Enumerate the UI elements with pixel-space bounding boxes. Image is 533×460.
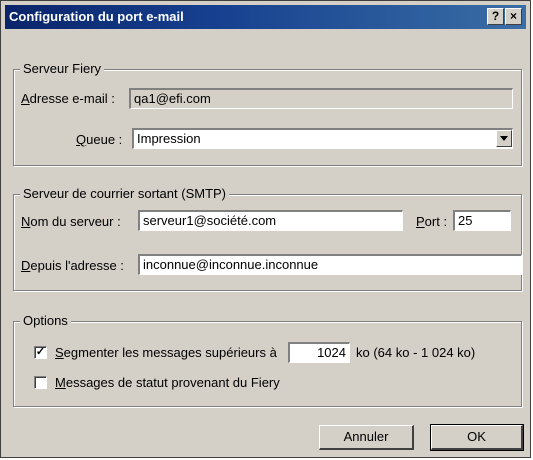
status-messages-label[interactable]: Messages de statut provenant du Fiery — [55, 375, 280, 390]
email-address-label: Adresse e-mail : — [21, 91, 115, 106]
status-messages-checkbox[interactable] — [34, 376, 47, 389]
cancel-button[interactable]: Annuler — [319, 425, 414, 450]
smtp-server-group: Serveur de courrier sortant (SMTP) — [13, 186, 522, 291]
options-group-legend: Options — [20, 313, 71, 328]
segment-messages-checkbox[interactable]: ✓ — [34, 346, 47, 359]
segment-messages-label[interactable]: Segmenter les messages supérieurs à — [55, 345, 277, 360]
port-label: Port : — [416, 214, 448, 229]
fiery-group-legend: Serveur Fiery — [20, 61, 105, 76]
from-address-label: Depuis l'adresse : — [21, 258, 124, 273]
server-name-label: Nom du serveur : — [21, 214, 121, 229]
window-title: Configuration du port e-mail — [9, 9, 184, 24]
from-address-input[interactable]: inconnue@inconnue.inconnue — [138, 254, 522, 275]
queue-label: Queue : — [76, 132, 123, 147]
options-group: Options — [13, 313, 522, 407]
close-button[interactable]: × — [505, 8, 522, 25]
ok-button[interactable]: OK — [430, 424, 524, 451]
smtp-group-legend: Serveur de courrier sortant (SMTP) — [20, 186, 230, 201]
segment-size-range-label: ko (64 ko - 1 024 ko) — [356, 345, 476, 360]
dialog-window: Configuration du port e-mail ? × Serveur… — [0, 0, 531, 458]
help-button[interactable]: ? — [487, 8, 504, 25]
title-bar[interactable]: Configuration du port e-mail ? × — [5, 5, 526, 29]
queue-dropdown-button[interactable] — [496, 130, 512, 147]
chevron-down-icon — [500, 136, 508, 141]
segment-size-input[interactable]: 1024 — [288, 342, 350, 363]
queue-select[interactable]: Impression — [132, 128, 513, 149]
queue-selected-value: Impression — [137, 131, 201, 146]
fiery-server-group: Serveur Fiery — [13, 61, 522, 166]
port-input[interactable]: 25 — [453, 210, 511, 231]
email-address-field: qa1@efi.com — [129, 88, 513, 109]
server-name-input[interactable]: serveur1@société.com — [138, 210, 403, 231]
checkmark-icon: ✓ — [35, 346, 46, 358]
